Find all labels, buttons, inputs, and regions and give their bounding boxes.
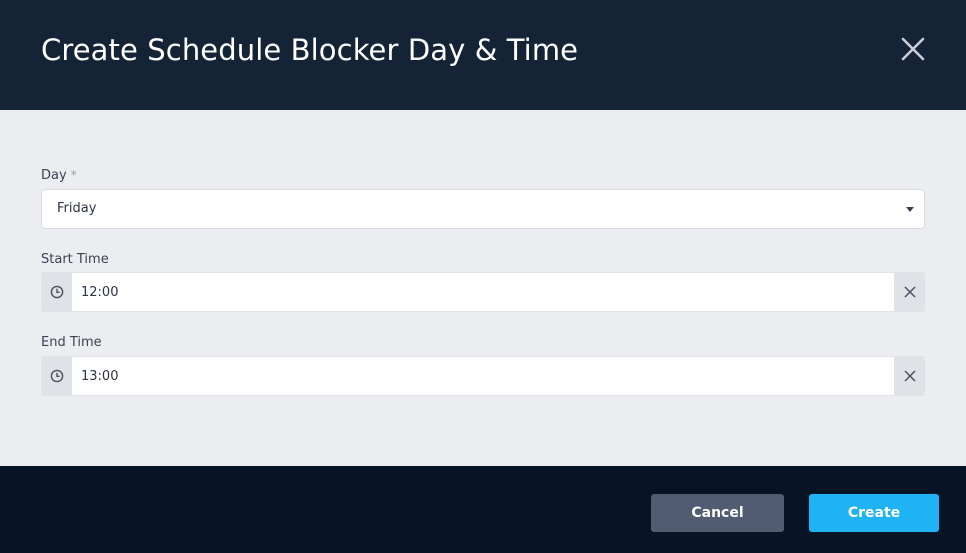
chevron-down-icon — [906, 207, 914, 212]
cancel-button[interactable]: Cancel — [651, 494, 784, 532]
dialog-body: Day* Friday Start Time End Time — [0, 110, 966, 466]
clock-icon — [41, 356, 72, 396]
dialog-header: Create Schedule Blocker Day & Time — [0, 0, 966, 110]
start-time-input[interactable] — [72, 273, 894, 311]
start-time-field — [41, 272, 925, 312]
day-label: Day * — [41, 168, 77, 183]
create-button[interactable]: Create — [809, 494, 939, 532]
dialog-footer: Cancel Create — [0, 466, 966, 553]
create-schedule-blocker-dialog: Create Schedule Blocker Day & Time Day * … — [0, 0, 966, 553]
end-time-field — [41, 356, 925, 396]
clear-icon[interactable] — [894, 356, 925, 396]
close-icon[interactable] — [898, 34, 928, 64]
day-select[interactable]: Friday — [41, 189, 925, 229]
end-time-input[interactable] — [72, 357, 894, 395]
day-label-text: Day — [41, 168, 67, 183]
end-time-label: End Time — [41, 335, 102, 350]
day-select-value: Friday — [57, 201, 97, 216]
required-marker: * — [70, 168, 77, 182]
dialog-title: Create Schedule Blocker Day & Time — [41, 33, 579, 67]
clock-icon — [41, 272, 72, 312]
clear-icon[interactable] — [894, 272, 925, 312]
start-time-label: Start Time — [41, 252, 109, 267]
